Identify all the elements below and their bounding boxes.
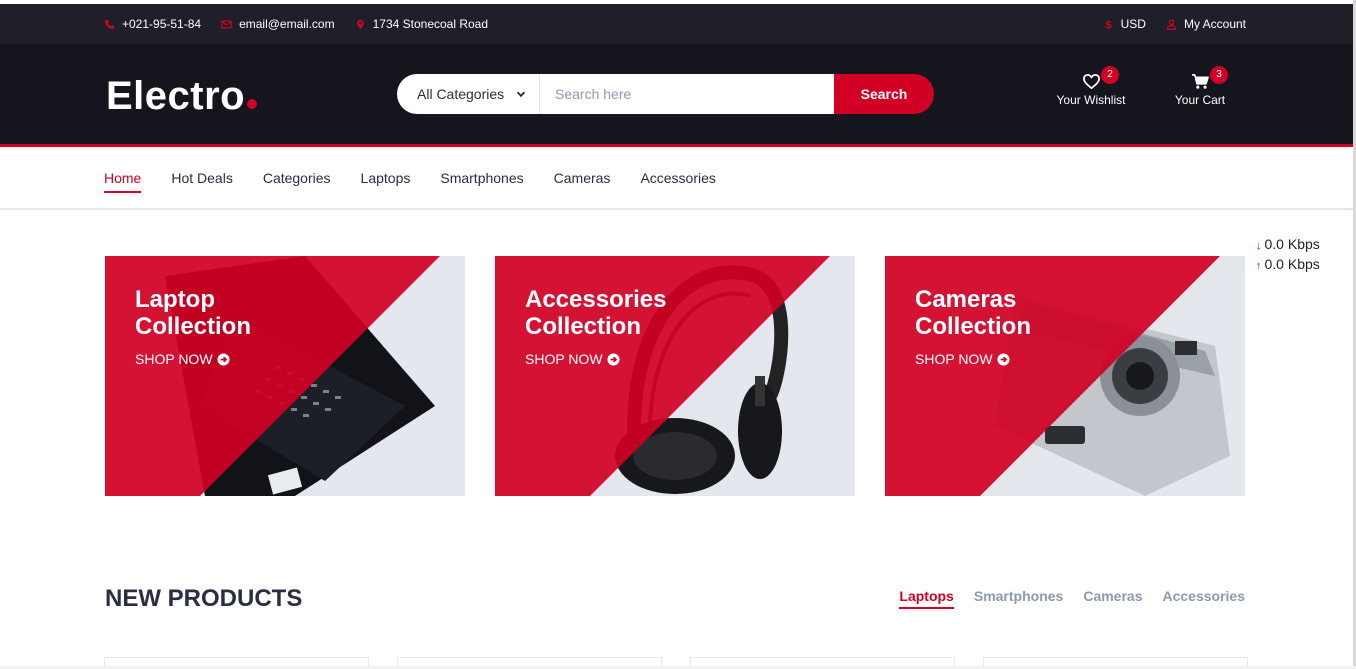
header-contact-links: +021-95-51-84 email@email.com 1734 Stone…	[104, 4, 488, 44]
tab-cameras[interactable]: Cameras	[1083, 588, 1142, 604]
currency-link[interactable]: $ USD	[1103, 17, 1146, 31]
my-account-text: My Account	[1183, 17, 1246, 31]
shop-now-text: SHOP NOW	[915, 351, 993, 367]
address-link[interactable]: 1734 Stonecoal Road	[355, 17, 488, 31]
logo[interactable]: Electro	[106, 74, 258, 118]
logo-dot	[247, 99, 258, 109]
wishlist-link[interactable]: Your Wishlist 2	[1046, 66, 1136, 107]
upload-speed: ↑ 0.0 Kbps	[1256, 255, 1320, 275]
category-select-value: All Categories	[417, 86, 505, 102]
dollar-icon: $	[1105, 19, 1111, 29]
search-button[interactable]: Search	[834, 74, 934, 114]
arrow-circle-right-icon	[996, 352, 1010, 366]
header-account-links: $ USD My Account	[1103, 4, 1246, 44]
arrow-down-icon: ↓	[1256, 240, 1262, 252]
nav-item-home[interactable]: Home	[104, 170, 141, 188]
main-header: Electro All Categories Search Your Wishl…	[0, 44, 1356, 144]
arrow-circle-right-icon	[606, 352, 620, 366]
currency-text: USD	[1120, 17, 1146, 31]
my-account-link[interactable]: My Account	[1166, 17, 1246, 31]
svg-text:$: $	[1105, 19, 1111, 29]
collection-title: Laptop Collection	[135, 286, 251, 340]
collection-title-line1: Cameras	[915, 286, 1017, 313]
top-header: +021-95-51-84 email@email.com 1734 Stone…	[0, 4, 1356, 44]
cart-link[interactable]: Your Cart 3	[1155, 66, 1245, 107]
collection-title-line2: Collection	[525, 313, 642, 340]
shop-now-link[interactable]: SHOP NOW	[525, 351, 620, 367]
chevron-down-icon	[517, 91, 526, 98]
collection-card-laptop[interactable]: Laptop Collection SHOP NOW	[105, 256, 465, 496]
new-products-title: NEW PRODUCTS	[105, 585, 303, 612]
nav-list: Home Hot Deals Categories Laptops Smartp…	[104, 147, 716, 210]
shop-now-link[interactable]: SHOP NOW	[135, 351, 230, 367]
category-select[interactable]: All Categories	[397, 74, 540, 114]
nav-item-laptops[interactable]: Laptops	[361, 170, 411, 188]
search-input[interactable]	[540, 74, 834, 114]
phone-text: +021-95-51-84	[122, 17, 202, 31]
heart-icon	[1082, 73, 1100, 90]
collection-title-line2: Collection	[915, 313, 1032, 340]
collection-title: Cameras Collection	[915, 286, 1031, 340]
shop-now-text: SHOP NOW	[135, 351, 213, 367]
wishlist-count-badge: 2	[1101, 66, 1119, 84]
nav-item-hot-deals[interactable]: Hot Deals	[171, 170, 232, 188]
upload-speed-value: 0.0 Kbps	[1264, 256, 1320, 272]
cart-label: Your Cart	[1174, 93, 1226, 107]
tab-smartphones[interactable]: Smartphones	[974, 588, 1063, 604]
logo-text: Electro	[106, 74, 246, 118]
main-navigation: Home Hot Deals Categories Laptops Smartp…	[0, 147, 1356, 210]
arrow-up-icon: ↑	[1256, 260, 1262, 272]
user-icon	[1166, 19, 1177, 30]
tab-laptops[interactable]: Laptops	[899, 588, 953, 604]
shop-now-text: SHOP NOW	[525, 351, 603, 367]
collection-title-line1: Accessories	[525, 286, 667, 313]
network-speed-widget: ↓ 0.0 Kbps ↑ 0.0 Kbps	[1256, 235, 1320, 275]
email-link[interactable]: email@email.com	[221, 17, 335, 31]
phone-link[interactable]: +021-95-51-84	[104, 17, 201, 31]
collection-card-cameras[interactable]: Cameras Collection SHOP NOW	[885, 256, 1245, 496]
nav-item-categories[interactable]: Categories	[263, 170, 331, 188]
collection-title-line1: Laptop	[135, 286, 215, 313]
download-speed: ↓ 0.0 Kbps	[1256, 235, 1320, 255]
collection-card-accessories[interactable]: Accessories Collection SHOP NOW	[495, 256, 855, 496]
new-products-tabs: Laptops Smartphones Cameras Accessories	[899, 588, 1245, 606]
wishlist-label: Your Wishlist	[1056, 93, 1126, 107]
nav-item-smartphones[interactable]: Smartphones	[440, 170, 523, 188]
download-speed-value: 0.0 Kbps	[1264, 236, 1320, 252]
address-text: 1734 Stonecoal Road	[372, 17, 489, 31]
phone-icon	[104, 19, 115, 29]
collection-title: Accessories Collection	[525, 286, 666, 340]
email-text: email@email.com	[239, 17, 335, 31]
cart-count-badge: 3	[1210, 66, 1228, 84]
nav-item-accessories[interactable]: Accessories	[640, 170, 715, 188]
collection-title-line2: Collection	[135, 313, 252, 340]
tab-accessories[interactable]: Accessories	[1162, 588, 1245, 604]
nav-item-cameras[interactable]: Cameras	[554, 170, 611, 188]
cart-icon	[1191, 74, 1209, 89]
search-form: All Categories Search	[397, 74, 934, 114]
shop-now-link[interactable]: SHOP NOW	[915, 351, 1010, 367]
arrow-circle-right-icon	[216, 352, 230, 366]
map-marker-icon	[356, 19, 364, 29]
envelope-icon	[221, 20, 232, 28]
